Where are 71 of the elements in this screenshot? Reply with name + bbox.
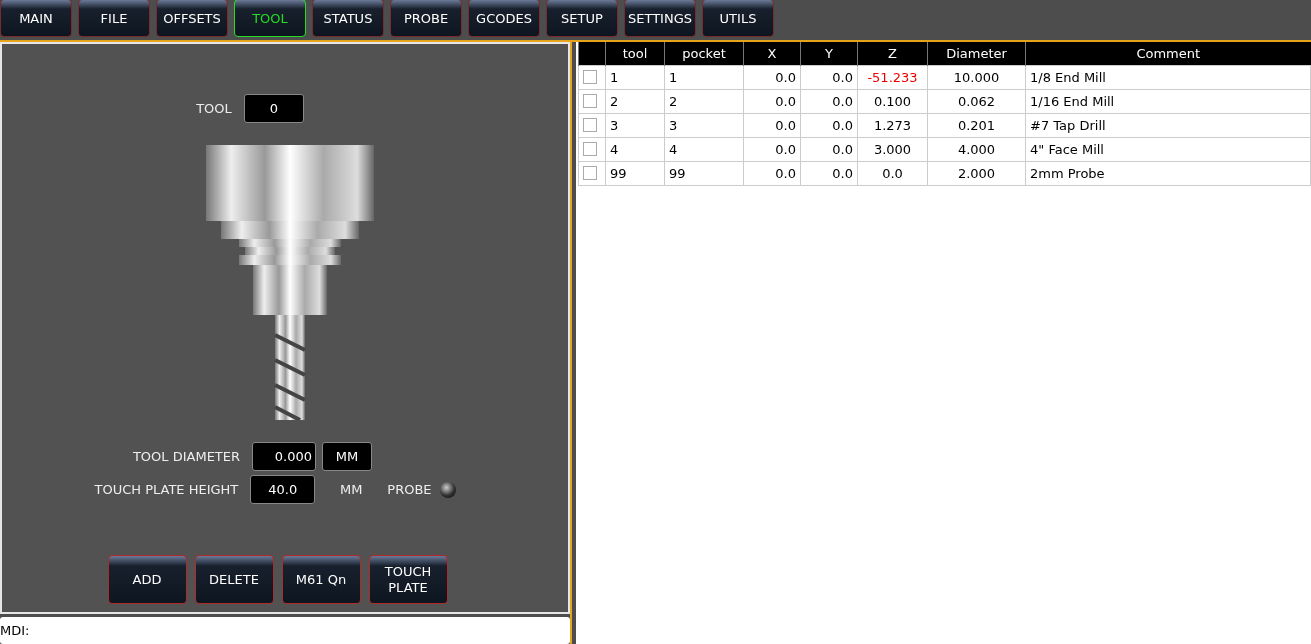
nav-tab[interactable]: OFFSETS xyxy=(156,0,228,37)
table-cell: 0.201 xyxy=(927,113,1026,137)
row-checkbox[interactable] xyxy=(583,142,597,156)
table-cell: 2mm Probe xyxy=(1025,161,1311,185)
tool-number-field[interactable]: 0 xyxy=(243,94,304,123)
table-cell: 0.062 xyxy=(927,89,1026,113)
column-header: X xyxy=(743,42,801,65)
touch-plate-height-label: TOUCH PLATE HEIGHT xyxy=(94,482,239,497)
column-header: Comment xyxy=(1025,42,1311,65)
table-cell: 3 xyxy=(664,113,744,137)
action-button[interactable]: TOUCH PLATE xyxy=(368,555,448,604)
mdi-label: MDI: xyxy=(0,623,30,638)
nav-tab[interactable]: SETUP xyxy=(546,0,618,37)
table-cell: 0.0 xyxy=(800,65,858,89)
table-cell: 2 xyxy=(664,89,744,113)
column-header: Z xyxy=(857,42,928,65)
nav-tab[interactable]: MAIN xyxy=(0,0,72,37)
column-header: Diameter xyxy=(927,42,1026,65)
table-cell: #7 Tap Drill xyxy=(1025,113,1311,137)
unit-label: MM xyxy=(339,482,364,497)
column-header: Y xyxy=(800,42,858,65)
table-cell: 0.0 xyxy=(857,161,928,185)
touch-plate-height-field[interactable]: 40.0 xyxy=(250,475,316,504)
table-cell: 99 xyxy=(605,161,665,185)
action-button[interactable]: ADD xyxy=(107,555,187,604)
table-cell: 1/16 End Mill xyxy=(1025,89,1311,113)
probe-label: PROBE xyxy=(387,482,432,497)
row-checkbox[interactable] xyxy=(583,70,597,84)
table-cell: 0.0 xyxy=(743,137,801,161)
table-cell: 0.0 xyxy=(743,89,801,113)
table-cell: 2 xyxy=(605,89,665,113)
table-cell: 0.0 xyxy=(743,113,801,137)
unit-field[interactable]: MM xyxy=(322,442,373,471)
table-cell: 0.100 xyxy=(857,89,928,113)
nav-tab[interactable]: TOOL xyxy=(234,0,306,37)
table-cell: 0.0 xyxy=(800,113,858,137)
action-button[interactable]: DELETE xyxy=(194,555,274,604)
tool-diameter-label: TOOL DIAMETER xyxy=(132,449,241,464)
nav-tab[interactable]: SETTINGS xyxy=(624,0,696,37)
table-cell: -51.233 xyxy=(857,65,928,89)
table-cell: 0.0 xyxy=(800,161,858,185)
table-cell: 1 xyxy=(605,65,665,89)
column-header: tool xyxy=(605,42,665,65)
column-header: pocket xyxy=(664,42,744,65)
table-cell: 1/8 End Mill xyxy=(1025,65,1311,89)
action-button[interactable]: M61 Qn xyxy=(281,555,361,604)
table-cell: 4 xyxy=(605,137,665,161)
table-cell: 3 xyxy=(605,113,665,137)
table-cell: 0.0 xyxy=(743,65,801,89)
nav-tab[interactable]: STATUS xyxy=(312,0,384,37)
table-cell: 1.273 xyxy=(857,113,928,137)
nav-tab[interactable]: GCODES xyxy=(468,0,540,37)
table-cell: 3.000 xyxy=(857,137,928,161)
row-checkbox[interactable] xyxy=(583,118,597,132)
nav-tab[interactable]: UTILS xyxy=(702,0,774,37)
table-cell: 99 xyxy=(664,161,744,185)
table-cell: 0.0 xyxy=(743,161,801,185)
table-cell: 0.0 xyxy=(800,89,858,113)
table-cell: 4.000 xyxy=(927,137,1026,161)
row-checkbox[interactable] xyxy=(583,166,597,180)
row-checkbox[interactable] xyxy=(583,94,597,108)
tool-label: TOOL xyxy=(196,101,232,116)
nav-tab[interactable]: FILE xyxy=(78,0,150,37)
table-cell: 4" Face Mill xyxy=(1025,137,1311,161)
table-cell: 10.000 xyxy=(927,65,1026,89)
table-cell: 1 xyxy=(664,65,744,89)
table-cell: 4 xyxy=(664,137,744,161)
table-cell: 2.000 xyxy=(927,161,1026,185)
table-cell: 0.0 xyxy=(800,137,858,161)
nav-tab[interactable]: PROBE xyxy=(390,0,462,37)
tool-diameter-field[interactable]: 0.000 xyxy=(252,442,317,471)
